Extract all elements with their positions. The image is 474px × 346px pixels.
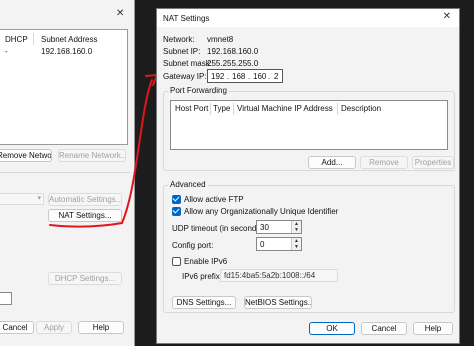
dhcp-settings-button[interactable]: DHCP Settings... <box>48 272 122 285</box>
subnet-ip-label: Subnet IP: <box>163 47 201 56</box>
port-forwarding-group: Port Forwarding Host Port Type Virtual M… <box>163 86 455 171</box>
octet-dot: . <box>227 72 230 81</box>
allow-active-ftp-label: Allow active FTP <box>184 195 244 204</box>
column-header-subnet-address[interactable]: Subnet Address <box>41 35 97 45</box>
column-header-vm-ip[interactable]: Virtual Machine IP Address <box>237 104 333 114</box>
gateway-octet-1: 192 <box>211 72 225 81</box>
column-divider <box>337 103 338 115</box>
udp-timeout-value: 30 <box>260 223 269 232</box>
advanced-group: Advanced Allow active FTP Allow any Orga… <box>163 180 455 313</box>
back-cancel-button[interactable]: Cancel <box>0 321 34 334</box>
column-header-host-port[interactable]: Host Port <box>175 104 208 114</box>
add-button[interactable]: Add... <box>308 156 356 169</box>
allow-oui-checkbox[interactable] <box>172 207 181 216</box>
subnet-mask-value: 255.255.255.0 <box>207 59 259 68</box>
enable-ipv6-label: Enable IPv6 <box>184 257 228 266</box>
chevron-down-icon: ▾ <box>37 195 41 202</box>
port-forwarding-title: Port Forwarding <box>168 86 229 96</box>
subnet-ip-field[interactable] <box>0 292 12 305</box>
config-port-spinner[interactable]: ▲ ▼ <box>291 238 301 250</box>
udp-timeout-spinner[interactable]: ▲ ▼ <box>291 221 301 233</box>
cancel-button[interactable]: Cancel <box>361 322 407 335</box>
virtual-network-editor-dialog: ✕ DHCP Subnet Address - 192.168.160.0 Re… <box>0 0 135 346</box>
column-divider <box>33 33 34 45</box>
udp-timeout-label: UDP timeout (in seconds): <box>172 224 266 233</box>
table-row[interactable]: - 192.168.160.0 <box>0 46 127 58</box>
column-divider <box>210 103 211 115</box>
column-header-description[interactable]: Description <box>341 104 381 114</box>
nat-settings-dialog: NAT Settings ✕ Network: vmnet8 Subnet IP… <box>156 8 460 344</box>
allow-oui-label: Allow any Organizationally Unique Identi… <box>184 207 339 216</box>
nat-settings-button[interactable]: NAT Settings... <box>48 209 122 222</box>
ok-button[interactable]: OK <box>309 322 355 335</box>
spin-down-icon[interactable]: ▼ <box>292 227 301 233</box>
title-bar[interactable]: NAT Settings ✕ <box>157 9 459 27</box>
help-button[interactable]: Help <box>413 322 453 335</box>
spin-down-icon[interactable]: ▼ <box>292 244 301 250</box>
row-dhcp-value: - <box>5 47 8 56</box>
gateway-octet-2: 168 <box>232 72 246 81</box>
close-button[interactable]: ✕ <box>443 11 451 22</box>
ipv6-prefix-input[interactable]: fd15:4ba5:5a2b:1008::/64 <box>220 269 338 282</box>
network-table: DHCP Subnet Address - 192.168.160.0 <box>0 29 128 145</box>
network-value: vmnet8 <box>207 35 234 44</box>
config-port-value: 0 <box>260 240 265 249</box>
automatic-settings-button[interactable]: Automatic Settings... <box>48 193 122 206</box>
column-header-type[interactable]: Type <box>213 104 230 114</box>
subnet-ip-value: 192.168.160.0 <box>207 47 259 56</box>
gateway-ip-input[interactable]: 192 . 168 . 160 . 2 <box>207 69 283 83</box>
subnet-mask-label: Subnet mask: <box>163 59 212 68</box>
remove-button[interactable]: Remove <box>360 156 408 169</box>
octet-dot: . <box>268 72 271 81</box>
gateway-octet-4: 2 <box>274 72 279 81</box>
rename-network-button[interactable]: Rename Network... <box>58 149 126 162</box>
config-port-input[interactable]: 0 ▲ ▼ <box>256 237 302 251</box>
allow-active-ftp-checkbox[interactable] <box>172 195 181 204</box>
column-divider <box>233 103 234 115</box>
column-header-dhcp[interactable]: DHCP <box>5 35 28 45</box>
dns-settings-button[interactable]: DNS Settings... <box>172 296 236 309</box>
enable-ipv6-checkbox[interactable] <box>172 257 181 266</box>
udp-timeout-input[interactable]: 30 ▲ ▼ <box>256 220 302 234</box>
remove-network-button[interactable]: Remove Network <box>0 149 52 162</box>
row-subnet-value: 192.168.160.0 <box>41 47 93 56</box>
octet-dot: . <box>248 72 251 81</box>
gateway-ip-label: Gateway IP: <box>163 72 207 81</box>
ipv6-prefix-label: IPv6 prefix: <box>182 272 223 281</box>
network-label: Network: <box>163 35 195 44</box>
bridged-to-combo[interactable]: ▾ <box>0 193 44 205</box>
properties-button[interactable]: Properties <box>412 156 454 169</box>
netbios-settings-button[interactable]: NetBIOS Settings... <box>244 296 312 309</box>
ipv6-prefix-value: fd15:4ba5:5a2b:1008::/64 <box>224 271 316 280</box>
port-forwarding-table[interactable]: Host Port Type Virtual Machine IP Addres… <box>170 100 448 150</box>
back-dialog-close-button[interactable]: ✕ <box>116 8 124 19</box>
gateway-octet-3: 160 <box>253 72 267 81</box>
advanced-title: Advanced <box>168 180 208 190</box>
apply-button[interactable]: Apply <box>36 321 72 334</box>
divider <box>0 172 130 173</box>
config-port-label: Config port: <box>172 241 214 250</box>
back-help-button[interactable]: Help <box>78 321 124 334</box>
dialog-title: NAT Settings <box>163 14 210 23</box>
